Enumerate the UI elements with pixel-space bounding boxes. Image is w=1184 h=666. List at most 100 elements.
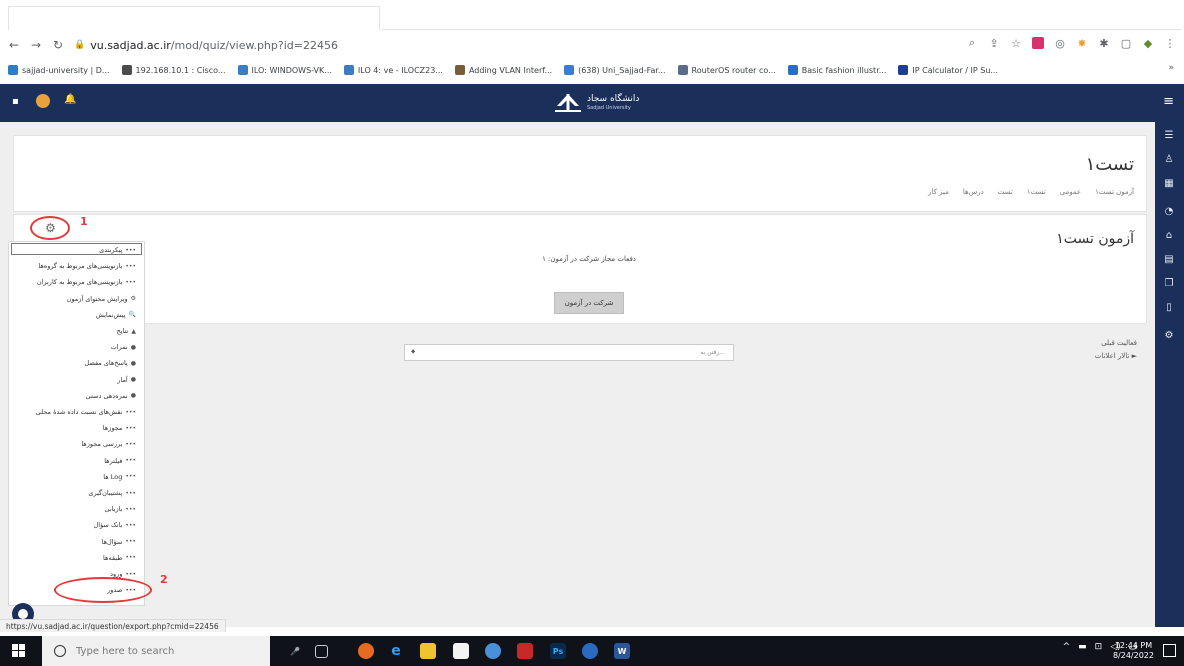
home-icon[interactable]: ⌂	[1162, 228, 1176, 242]
settings-menu-item[interactable]: ••• فیلترها	[104, 457, 136, 465]
list-icon[interactable]: ☰	[1162, 128, 1176, 142]
menu-item-bullet-icon: •••	[125, 505, 136, 513]
settings-menu-item[interactable]: ••• Log ها	[103, 473, 136, 481]
bookmark-label: IP Calculator / IP Su...	[912, 65, 999, 75]
settings-menu-item[interactable]: ••• بازنویسی‌های مربوط به گروه‌ها	[38, 262, 136, 270]
url-field[interactable]: 🔒 vu.sadjad.ac.ir /mod/quiz/view.php?id=…	[74, 39, 338, 52]
sidepanel-icon[interactable]: ▢	[1120, 37, 1132, 50]
bookmark-item[interactable]: sajjad-university | D...	[8, 65, 110, 75]
notification-bell-icon[interactable]: 🔔	[64, 94, 78, 108]
settings-menu-item[interactable]: ••• مجوزها	[103, 424, 136, 432]
firefox-icon[interactable]	[358, 643, 374, 659]
bookmark-item[interactable]: ILO: WINDOWS-VK...	[237, 65, 332, 75]
settings-menu-item[interactable]: ••• نقش‌های نسبت داده شدهٔ محلی	[36, 408, 136, 416]
zoom-icon[interactable]: ⌕	[966, 36, 978, 49]
breadcrumb-item[interactable]: درس‌ها	[963, 188, 984, 196]
grades-icon[interactable]: ▦	[1162, 176, 1176, 190]
windows-start-icon[interactable]	[12, 644, 26, 658]
bookmark-item[interactable]: Adding VLAN Interf...	[454, 65, 552, 75]
extensions-puzzle-icon[interactable]: ✱	[1098, 37, 1110, 50]
taskbar-search-box[interactable]: Type here to search	[42, 636, 270, 666]
microphone-icon[interactable]: 🎤	[287, 643, 303, 659]
edge-icon[interactable]: e	[388, 643, 404, 659]
dashboard-icon[interactable]: ◔	[1162, 204, 1176, 218]
menu-item-label: طبقه‌ها	[103, 553, 123, 562]
settings-menu-item[interactable]: ● آمار	[117, 376, 136, 384]
taskbar-clock[interactable]: 12:44 PM 8/24/2022	[1113, 641, 1154, 661]
breadcrumb-item[interactable]: تست	[998, 188, 1013, 196]
share-icon[interactable]: ⇪	[988, 37, 1000, 50]
bookmark-item[interactable]: ILO 4: ve - ILOCZ23...	[343, 65, 443, 75]
attempt-quiz-button[interactable]: شرکت در آزمون	[554, 292, 624, 314]
bookmark-item[interactable]: (638) Uni_Sajjad-Far...	[564, 65, 666, 75]
breadcrumb-item[interactable]: میز کار	[928, 188, 949, 196]
settings-menu-item[interactable]: ••• بانک سؤال	[94, 521, 136, 529]
bookmarks-overflow-icon[interactable]: »	[1168, 63, 1174, 73]
logo-subtitle: Sadjad University	[587, 105, 631, 111]
network-icon[interactable]: ⊡	[1095, 642, 1103, 652]
settings-menu-item[interactable]: ••• بررسی مجوزها	[81, 440, 136, 448]
quiz-title: آزمون تست۱	[1056, 231, 1134, 247]
file-explorer-icon[interactable]	[420, 643, 436, 659]
breadcrumb-item[interactable]: تست۱	[1027, 188, 1046, 196]
extension-orange-icon[interactable]: ✸	[1076, 37, 1088, 50]
settings-menu-item[interactable]: ● نمره‌دهی دستی	[86, 392, 136, 400]
browser-menu-icon[interactable]: ⋮	[1164, 37, 1176, 50]
user-avatar[interactable]	[36, 94, 50, 108]
reload-icon[interactable]: ↻	[50, 37, 66, 53]
callout-number-1: 1	[80, 215, 88, 228]
settings-menu-item[interactable]: ••• پشتیبان‌گیری	[88, 489, 136, 497]
browser-tab-active[interactable]	[8, 6, 380, 30]
menu-item-bullet-icon: ▲	[131, 327, 136, 335]
settings-menu-item[interactable]: ••• سؤال‌ها	[102, 538, 136, 546]
tray-chevron-icon[interactable]: ^	[1063, 642, 1071, 652]
clipboard-icon[interactable]: ▯	[1162, 300, 1176, 314]
previous-activity-link[interactable]: ► تالار اعلانات	[1095, 352, 1137, 360]
bookmark-favicon-icon	[564, 65, 575, 75]
settings-menu-item[interactable]: ••• طبقه‌ها	[103, 554, 136, 562]
settings-menu-item[interactable]: ••• بازنویسی‌های مربوط به کاربران	[37, 278, 136, 286]
forward-icon[interactable]: →	[28, 37, 44, 53]
settings-menu-item[interactable]: ⚙ ویرایش محتوای آزمون	[67, 295, 136, 303]
settings-menu-item[interactable]: ▲ نتایج	[117, 327, 136, 335]
chrome-profile-icon[interactable]	[582, 643, 598, 659]
bookmark-item[interactable]: RouterOS router co...	[677, 65, 776, 75]
bookmark-label: RouterOS router co...	[691, 65, 776, 75]
battery-icon[interactable]: ▬	[1078, 642, 1087, 652]
photoshop-icon[interactable]: Ps	[550, 643, 566, 659]
site-logo[interactable]: دانشگاه سجاد Sadjad University	[553, 92, 639, 114]
settings-menu-item[interactable]: ● پاسخ‌های مفصل	[84, 359, 136, 367]
chrome-icon[interactable]	[485, 643, 501, 659]
settings-menu-item[interactable]: ● نمرات	[111, 343, 136, 351]
files-icon[interactable]: ❐	[1162, 276, 1176, 290]
jump-to-select[interactable]: رفتن به... ⬥	[404, 344, 734, 361]
back-icon[interactable]: ←	[6, 37, 22, 53]
menu-item-bullet-icon: •••	[125, 554, 136, 562]
extension-red-icon[interactable]	[1032, 37, 1044, 49]
left-drawer-toggle-icon[interactable]: ▪	[12, 96, 19, 107]
admin-gear-icon[interactable]: ⚙	[1162, 328, 1176, 342]
settings-menu-item[interactable]: ••• پیکربندی	[99, 246, 136, 254]
task-view-icon[interactable]	[315, 645, 328, 658]
hamburger-menu-icon[interactable]: ≡	[1163, 94, 1174, 109]
bookmark-item[interactable]: Basic fashion illustr...	[787, 65, 886, 75]
attempts-allowed-text: دفعات مجاز شرکت در آزمون: ۱	[542, 255, 636, 263]
windows-taskbar: Type here to search 🎤 e Ps W ^ ▬ ⊡ ◁) ف …	[0, 636, 1184, 666]
menu-item-bullet-icon: •••	[125, 262, 136, 270]
address-bar-row: ← → ↻ 🔒 vu.sadjad.ac.ir /mod/quiz/view.p…	[0, 34, 1184, 56]
bookmark-item[interactable]: 192.168.10.1 : Cisco...	[121, 65, 226, 75]
breadcrumb-item[interactable]: آزمون تست۱	[1095, 188, 1134, 196]
store-icon[interactable]	[453, 643, 469, 659]
bookmark-star-icon[interactable]: ☆	[1010, 37, 1022, 50]
breadcrumb-item[interactable]: عمومی	[1060, 188, 1081, 196]
calendar-icon[interactable]: ▤	[1162, 252, 1176, 266]
participants-icon[interactable]: ♙	[1162, 152, 1176, 166]
word-icon[interactable]: W	[614, 643, 630, 659]
profile-avatar[interactable]: ◆	[1142, 37, 1154, 50]
settings-menu-item[interactable]: 🔍 پیش‌نمایش	[96, 311, 136, 319]
action-center-icon[interactable]	[1163, 644, 1176, 657]
settings-menu-item[interactable]: ••• بازیابی	[104, 505, 136, 513]
acrobat-icon[interactable]	[517, 643, 533, 659]
bookmark-item[interactable]: IP Calculator / IP Su...	[898, 65, 998, 75]
extension-grey-icon[interactable]: ◎	[1054, 37, 1066, 50]
